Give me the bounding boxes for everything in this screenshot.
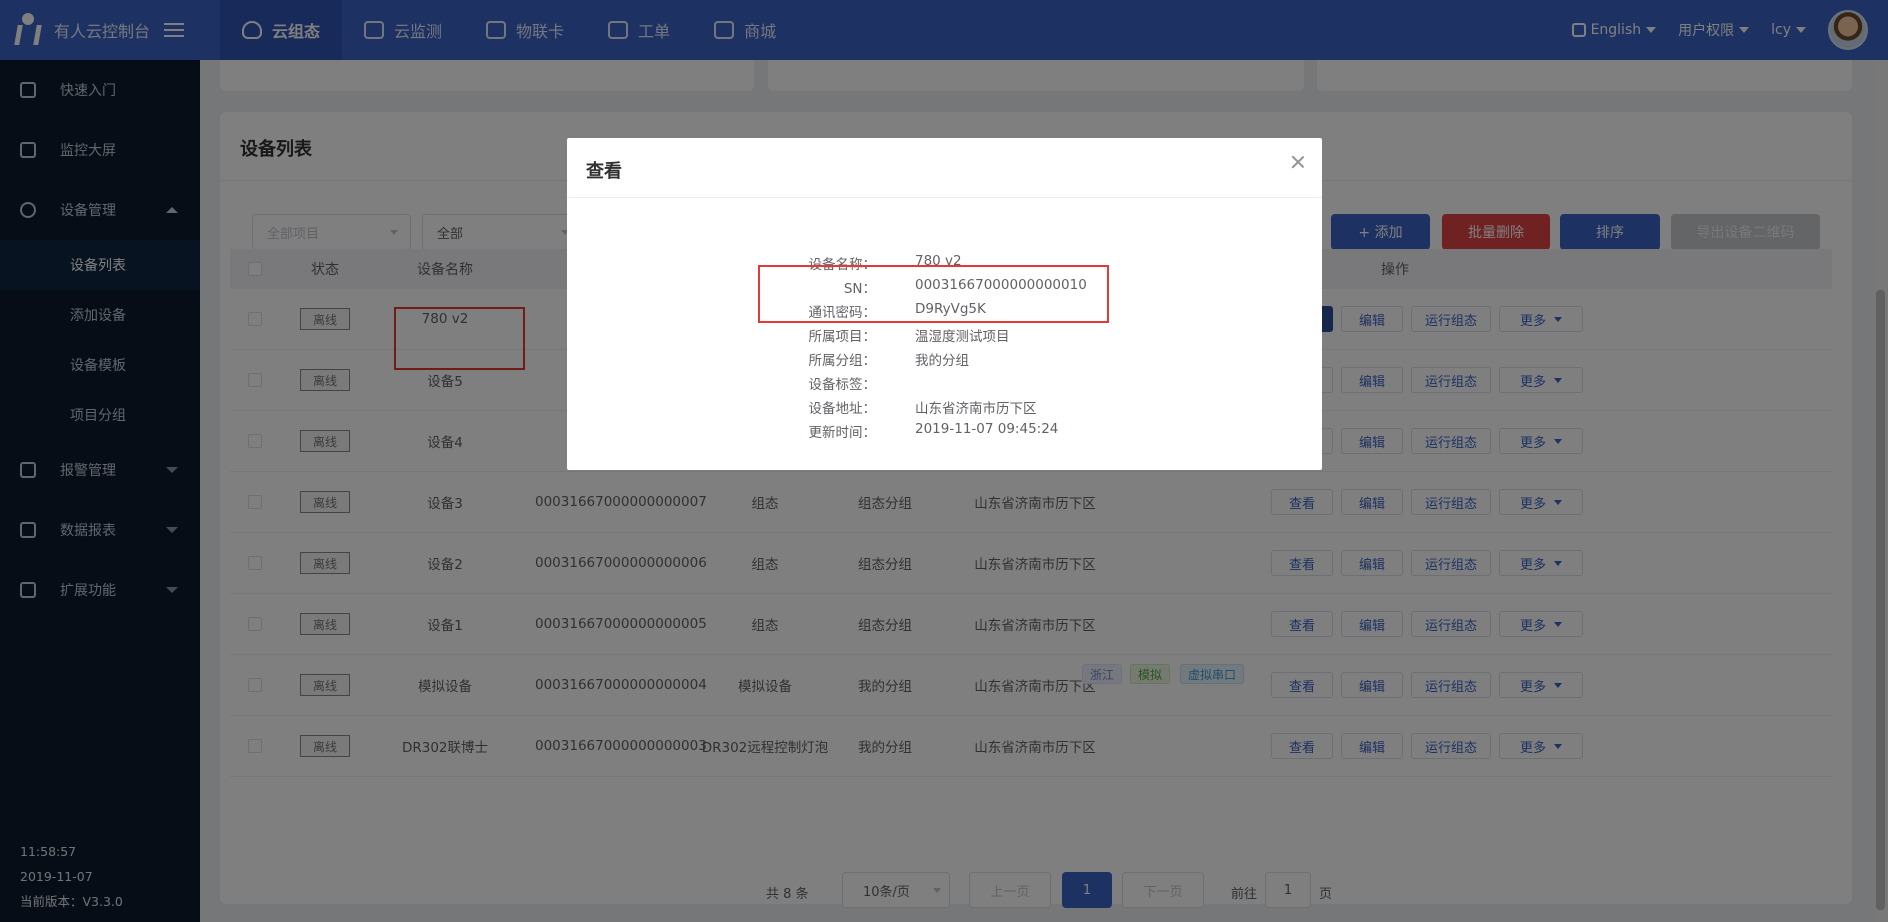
detail-label: 设备地址： bbox=[808, 401, 877, 417]
detail-row: 所属分组： 我的分组 bbox=[567, 349, 1322, 369]
detail-label: 所属分组： bbox=[808, 353, 877, 369]
detail-row: 设备标签： bbox=[567, 373, 1322, 393]
detail-value: 2019-11-07 09:45:24 bbox=[915, 421, 1059, 437]
detail-label: 所属项目： bbox=[808, 329, 877, 345]
detail-row: 更新时间： 2019-11-07 09:45:24 bbox=[567, 421, 1322, 441]
detail-value: 我的分组 bbox=[915, 353, 969, 369]
detail-label: 设备标签： bbox=[808, 377, 877, 393]
detail-value: 山东省济南市历下区 bbox=[915, 401, 1037, 417]
dialog-title: 查看 bbox=[586, 161, 622, 182]
detail-value: 温湿度测试项目 bbox=[915, 329, 1010, 345]
close-icon[interactable] bbox=[1290, 154, 1306, 170]
highlight-box bbox=[758, 265, 1109, 323]
divider bbox=[567, 197, 1322, 198]
detail-row: 设备地址： 山东省济南市历下区 bbox=[567, 397, 1322, 417]
detail-row: 所属项目： 温湿度测试项目 bbox=[567, 325, 1322, 345]
detail-label: 更新时间： bbox=[808, 425, 877, 441]
